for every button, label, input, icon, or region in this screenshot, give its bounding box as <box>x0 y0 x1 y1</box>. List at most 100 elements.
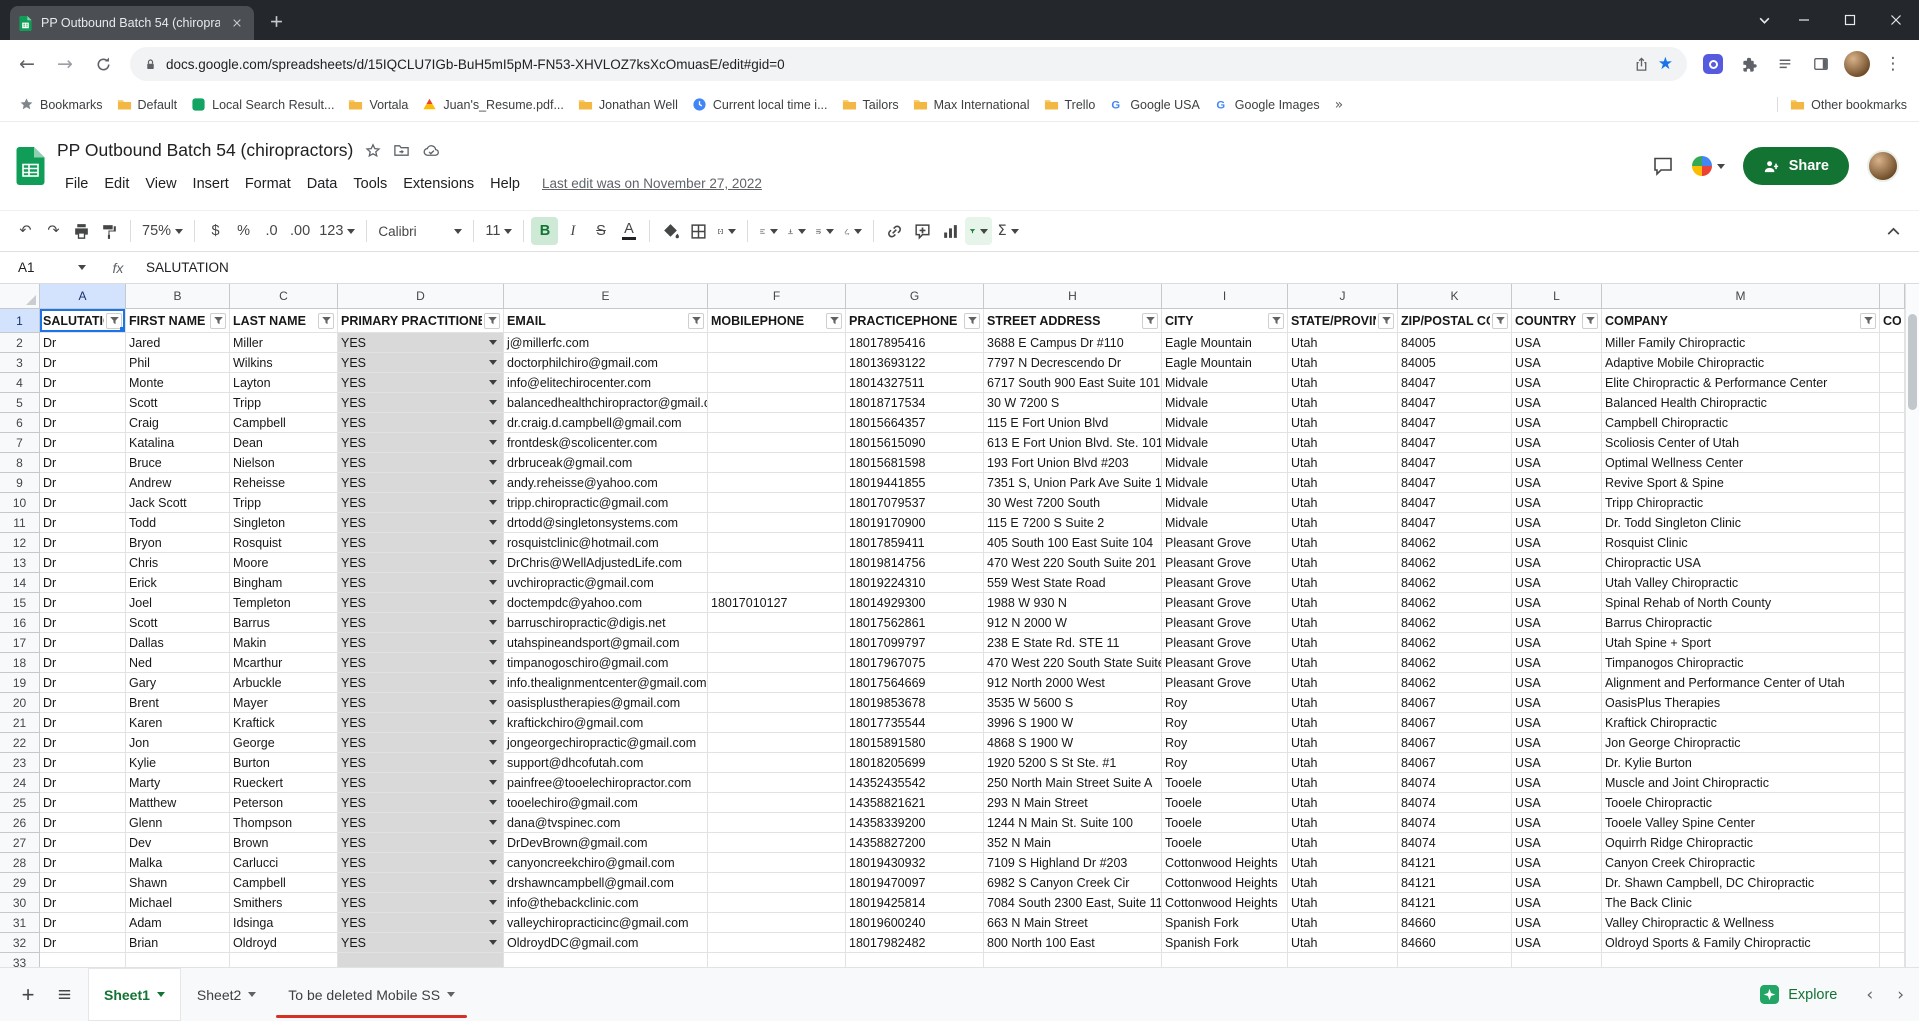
cell[interactable]: 18019430932 <box>846 853 984 873</box>
cell[interactable] <box>1162 953 1288 967</box>
cell[interactable]: 238 E State Rd. STE 11 <box>984 633 1162 653</box>
dropdown-arrow-icon[interactable] <box>489 540 497 545</box>
print-button[interactable] <box>68 217 95 245</box>
cell[interactable] <box>1398 953 1512 967</box>
bookmark-item[interactable]: Max International <box>906 94 1037 115</box>
cell[interactable]: Moore <box>230 553 338 573</box>
cell[interactable]: USA <box>1512 413 1602 433</box>
cell[interactable]: 84062 <box>1398 613 1512 633</box>
dropdown-arrow-icon[interactable] <box>489 740 497 745</box>
cell[interactable]: 115 E 7200 S Suite 2 <box>984 513 1162 533</box>
filter-icon[interactable] <box>106 312 122 329</box>
cell[interactable]: OasisPlus Therapies <box>1602 693 1880 713</box>
cell[interactable]: info@elitechirocenter.com <box>504 373 708 393</box>
cell[interactable] <box>708 793 846 813</box>
cell[interactable]: Mayer <box>230 693 338 713</box>
cell[interactable]: Makin <box>230 633 338 653</box>
cell[interactable] <box>1880 573 1905 593</box>
cell[interactable] <box>708 913 846 933</box>
cell[interactable]: Utah <box>1288 473 1398 493</box>
cell[interactable]: Scott <box>126 393 230 413</box>
bookmarks-overflow-icon[interactable]: » <box>1327 97 1352 113</box>
cell[interactable] <box>1880 913 1905 933</box>
cell[interactable]: Monte <box>126 373 230 393</box>
cell[interactable]: Brian <box>126 933 230 953</box>
row-header-12[interactable]: 12 <box>0 533 40 553</box>
cell[interactable]: Midvale <box>1162 473 1288 493</box>
cell[interactable]: Pleasant Grove <box>1162 653 1288 673</box>
loom-extension-icon[interactable] <box>1697 48 1729 80</box>
cell[interactable] <box>1880 353 1905 373</box>
cell[interactable]: tooelechiro@gmail.com <box>504 793 708 813</box>
scroll-left-icon[interactable]: ‹ <box>1861 983 1878 1007</box>
row-header-1[interactable]: 1 <box>0 309 40 333</box>
menu-extensions[interactable]: Extensions <box>395 173 482 195</box>
cell[interactable] <box>1880 453 1905 473</box>
dropdown-arrow-icon[interactable] <box>489 380 497 385</box>
cell[interactable]: Dr <box>40 393 126 413</box>
cell[interactable] <box>1880 633 1905 653</box>
row-header-13[interactable]: 13 <box>0 553 40 573</box>
profile-avatar[interactable] <box>1841 48 1873 80</box>
cell[interactable]: Erick <box>126 573 230 593</box>
cell[interactable]: 30 W 7200 S <box>984 393 1162 413</box>
cell[interactable]: 18014929300 <box>846 593 984 613</box>
filter-icon[interactable] <box>1492 312 1508 329</box>
header-cell[interactable]: STATE/PROVINCI <box>1288 309 1398 333</box>
cell[interactable]: Campbell Chiropractic <box>1602 413 1880 433</box>
cell[interactable]: Utah <box>1288 913 1398 933</box>
cell[interactable]: 470 West 220 South Suite 201 <box>984 553 1162 573</box>
dropdown-arrow-icon[interactable] <box>489 900 497 905</box>
cell[interactable]: YES <box>338 433 504 453</box>
cell[interactable]: uvchiropractic@gmail.com <box>504 573 708 593</box>
move-folder-icon[interactable] <box>393 142 410 159</box>
insert-link-button[interactable] <box>881 217 908 245</box>
cell[interactable]: 84074 <box>1398 793 1512 813</box>
row-header-29[interactable]: 29 <box>0 873 40 893</box>
cell[interactable]: Thompson <box>230 813 338 833</box>
column-header-J[interactable]: J <box>1288 284 1398 309</box>
cell[interactable]: canyoncreekchiro@gmail.com <box>504 853 708 873</box>
cell[interactable]: Utah <box>1288 773 1398 793</box>
cell[interactable]: Dr <box>40 793 126 813</box>
cell[interactable]: 18015681598 <box>846 453 984 473</box>
cell[interactable]: 3996 S 1900 W <box>984 713 1162 733</box>
cell[interactable]: 18015615090 <box>846 433 984 453</box>
row-header-23[interactable]: 23 <box>0 753 40 773</box>
row-header-8[interactable]: 8 <box>0 453 40 473</box>
undo-button[interactable]: ↶ <box>12 217 39 245</box>
cell[interactable]: dana@tvspinec.com <box>504 813 708 833</box>
cell[interactable] <box>708 833 846 853</box>
cell[interactable]: YES <box>338 853 504 873</box>
menu-help[interactable]: Help <box>482 173 528 195</box>
cell[interactable] <box>1880 853 1905 873</box>
cell[interactable]: Dr <box>40 333 126 353</box>
cell[interactable]: 6717 South 900 East Suite 101 <box>984 373 1162 393</box>
cell[interactable]: YES <box>338 653 504 673</box>
cell[interactable]: 18019853678 <box>846 693 984 713</box>
header-cell[interactable]: MOBILEPHONE <box>708 309 846 333</box>
dropdown-arrow-icon[interactable] <box>489 760 497 765</box>
row-header-25[interactable]: 25 <box>0 793 40 813</box>
cell[interactable]: Spinal Rehab of North County <box>1602 593 1880 613</box>
last-edit-link[interactable]: Last edit was on November 27, 2022 <box>542 176 762 191</box>
cell[interactable]: Dr <box>40 453 126 473</box>
insert-comment-button[interactable] <box>909 217 936 245</box>
cell[interactable]: 18019470097 <box>846 873 984 893</box>
dropdown-arrow-icon[interactable] <box>489 680 497 685</box>
cell[interactable]: Tooele <box>1162 813 1288 833</box>
cell[interactable] <box>708 513 846 533</box>
cell[interactable] <box>1880 613 1905 633</box>
cell[interactable]: USA <box>1512 473 1602 493</box>
cell[interactable] <box>126 953 230 967</box>
cell[interactable]: YES <box>338 493 504 513</box>
menu-data[interactable]: Data <box>299 173 346 195</box>
cell[interactable]: 84121 <box>1398 873 1512 893</box>
formula-input[interactable]: SALUTATION <box>140 260 229 275</box>
cell[interactable]: Dr <box>40 933 126 953</box>
cell[interactable]: 18017735544 <box>846 713 984 733</box>
row-header-2[interactable]: 2 <box>0 333 40 353</box>
borders-button[interactable] <box>685 217 712 245</box>
cell[interactable]: 84047 <box>1398 513 1512 533</box>
cell[interactable] <box>708 373 846 393</box>
